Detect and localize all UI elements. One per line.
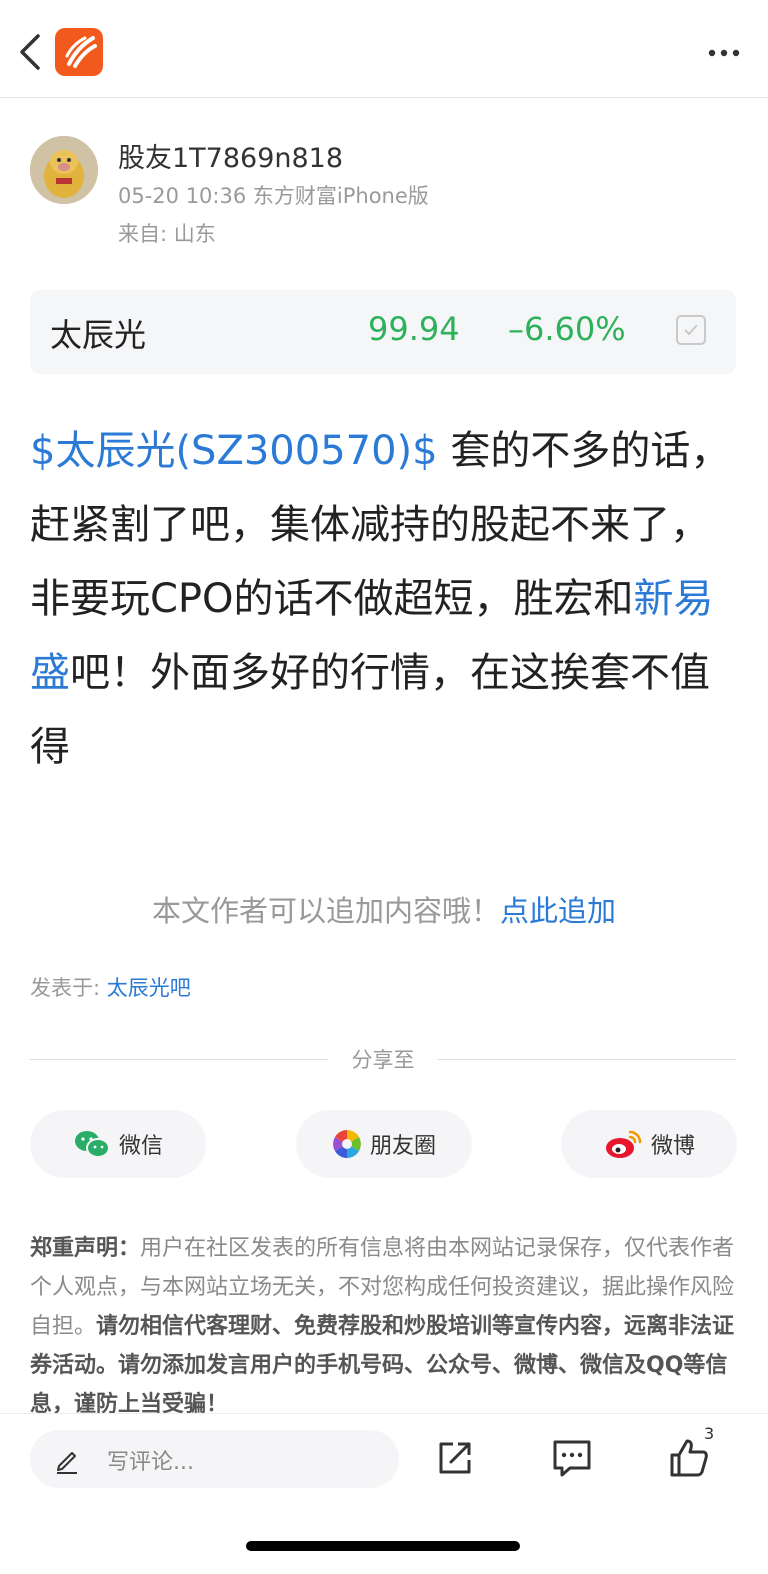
share-icon [439, 1442, 471, 1474]
comment-input[interactable]: 写评论... [30, 1430, 399, 1488]
share-weibo-label: 微博 [650, 1134, 695, 1159]
weibo-icon [605, 1130, 642, 1158]
avatar[interactable] [30, 136, 98, 204]
disclaimer: 郑重声明：用户在社区发表的所有信息将由本网站记录保存，仅代表作者个人观点，与本网… [30, 1229, 740, 1424]
chevron-left-icon [20, 34, 40, 70]
stock-name: 太辰光 [50, 316, 147, 354]
posted-in: 发表于: 太辰光吧 [30, 972, 191, 1002]
pencil-icon [57, 1452, 77, 1474]
posted-in-label: 发表于: [30, 976, 107, 1000]
stock-card[interactable]: 太辰光 99.94 –6.60% [30, 290, 736, 374]
like-count: 3 [704, 1424, 715, 1443]
append-prompt: 本文作者可以追加内容哦！点此追加 [0, 888, 768, 930]
post-text-part2: 吧！外面多好的行情，在这挨套不值得 [30, 650, 710, 770]
wechat-icon [74, 1131, 110, 1158]
append-text: 本文作者可以追加内容哦！ [151, 894, 500, 928]
divider [30, 1059, 328, 1060]
share-wechat-button[interactable]: 微信 [30, 1110, 206, 1178]
share-wechat-label: 微信 [118, 1134, 163, 1159]
more-dots-icon [708, 49, 740, 57]
check-icon [684, 324, 698, 336]
stock-change: –6.60% [508, 310, 626, 348]
share-button[interactable] [433, 1436, 477, 1480]
eastmoney-logo-icon[interactable] [55, 28, 103, 76]
comment-button[interactable] [550, 1436, 594, 1480]
more-options-button[interactable] [700, 30, 748, 74]
moments-icon [333, 1130, 361, 1158]
top-bar [0, 0, 768, 98]
share-moments-label: 朋友圈 [369, 1134, 436, 1159]
disclaimer-warning: 请勿相信代客理财、免费荐股和炒股培训等宣传内容，远离非法证券活动。请勿添加发言用… [30, 1314, 735, 1417]
share-moments-button[interactable]: 朋友圈 [296, 1110, 472, 1178]
post-location: 来自: 山东 [118, 222, 216, 246]
post-meta: 05-20 10:36 东方财富iPhone版 [118, 184, 429, 208]
post-content: $太辰光(SZ300570)$ 套的不多的话，赶紧割了吧，集体减持的股起不来了，… [30, 414, 740, 784]
comment-icon [553, 1440, 591, 1477]
back-button[interactable] [14, 30, 50, 74]
share-weibo-button[interactable]: 微博 [561, 1110, 737, 1178]
share-title: 分享至 [351, 1048, 415, 1072]
add-watchlist-checkbox[interactable] [676, 315, 706, 345]
home-indicator[interactable] [246, 1541, 520, 1551]
ticker-link[interactable]: $太辰光(SZ300570)$ [30, 428, 438, 474]
stock-price: 99.94 [368, 310, 460, 348]
append-link[interactable]: 点此追加 [500, 894, 616, 928]
disclaimer-title: 郑重声明： [30, 1236, 141, 1261]
forum-link[interactable]: 太辰光吧 [107, 976, 191, 1000]
divider [438, 1059, 736, 1060]
author-name[interactable]: 股友1T7869n818 [118, 136, 343, 175]
comment-placeholder: 写评论... [107, 1450, 194, 1475]
